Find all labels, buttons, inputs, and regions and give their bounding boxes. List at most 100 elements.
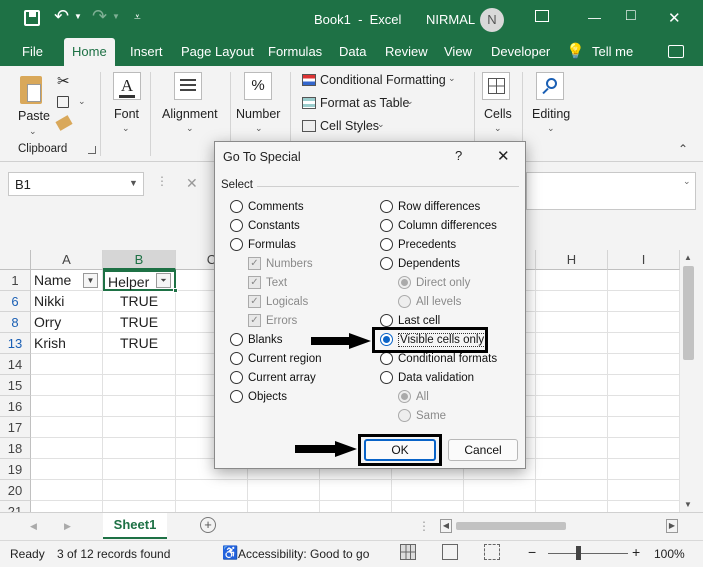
- cell-name[interactable]: [31, 417, 103, 438]
- number-dropdown-icon[interactable]: ⌄: [255, 123, 263, 134]
- empty-cell[interactable]: [536, 333, 608, 354]
- empty-cell[interactable]: [608, 459, 680, 480]
- empty-cell[interactable]: [320, 480, 392, 501]
- empty-cell[interactable]: [608, 291, 680, 312]
- scroll-up-icon[interactable]: ▲: [684, 253, 692, 262]
- collapse-ribbon-icon[interactable]: ⌃: [678, 142, 688, 156]
- ribbon-display-icon[interactable]: [535, 10, 549, 22]
- cell-styles-dropdown-icon[interactable]: ⌄: [377, 119, 385, 130]
- column-header-a[interactable]: A: [31, 250, 103, 270]
- empty-cell[interactable]: [536, 396, 608, 417]
- row-header[interactable]: 14: [0, 354, 31, 375]
- tab-developer[interactable]: Developer: [491, 44, 550, 59]
- cancel-button[interactable]: Cancel: [448, 439, 518, 461]
- cell-name[interactable]: Orry: [31, 312, 103, 333]
- option-data-validation[interactable]: Data validation: [380, 370, 474, 386]
- avatar[interactable]: N: [480, 8, 504, 32]
- row-header[interactable]: 16: [0, 396, 31, 417]
- format-painter-icon[interactable]: [55, 115, 73, 131]
- cell-helper[interactable]: [103, 417, 176, 438]
- empty-cell[interactable]: [536, 417, 608, 438]
- copy-dropdown-icon[interactable]: ⌄: [78, 96, 86, 107]
- option-current-array[interactable]: Current array: [230, 370, 316, 386]
- format-as-table-button[interactable]: Format as Table: [320, 96, 409, 110]
- editing-button[interactable]: Editing: [532, 107, 570, 121]
- cell-helper[interactable]: TRUE: [103, 333, 176, 354]
- normal-view-icon[interactable]: [400, 544, 416, 560]
- cells-dropdown-icon[interactable]: ⌄: [494, 123, 502, 134]
- row-header[interactable]: 18: [0, 438, 31, 459]
- cell-name[interactable]: [31, 396, 103, 417]
- name-box-dropdown-icon[interactable]: ▼: [129, 178, 138, 188]
- formula-input[interactable]: [526, 172, 696, 210]
- cell-helper[interactable]: [103, 438, 176, 459]
- empty-cell[interactable]: [464, 480, 536, 501]
- format-as-table-dropdown-icon[interactable]: ⌄: [406, 96, 414, 107]
- font-button[interactable]: Font: [114, 107, 139, 121]
- conditional-formatting-dropdown-icon[interactable]: ⌄: [448, 73, 456, 84]
- empty-cell[interactable]: [608, 438, 680, 459]
- option-row-differences[interactable]: Row differences: [380, 199, 480, 215]
- zoom-slider-thumb[interactable]: [576, 546, 581, 560]
- undo-icon[interactable]: ↶: [54, 6, 69, 27]
- minimize-button[interactable]: —: [588, 10, 601, 25]
- dialog-help-button[interactable]: ?: [455, 148, 462, 163]
- option-blanks[interactable]: Blanks: [230, 332, 283, 348]
- cell-helper[interactable]: [103, 480, 176, 501]
- horizontal-scroll-thumb[interactable]: [456, 522, 566, 530]
- cell-helper[interactable]: TRUE: [103, 312, 176, 333]
- cell-name[interactable]: Krish: [31, 333, 103, 354]
- zoom-slider-track[interactable]: [548, 553, 628, 554]
- cell-name[interactable]: [31, 354, 103, 375]
- empty-cell[interactable]: [536, 291, 608, 312]
- empty-cell[interactable]: [608, 312, 680, 333]
- empty-cell[interactable]: [536, 312, 608, 333]
- empty-cell[interactable]: [536, 438, 608, 459]
- paste-dropdown-icon[interactable]: ⌄: [29, 126, 37, 137]
- font-icon[interactable]: A: [113, 72, 141, 100]
- undo-dropdown-icon[interactable]: ▼: [74, 12, 82, 21]
- cut-icon[interactable]: ✂: [57, 72, 70, 90]
- option-objects[interactable]: Objects: [230, 389, 287, 405]
- option-comments[interactable]: Comments: [230, 199, 304, 215]
- row-header[interactable]: 15: [0, 375, 31, 396]
- tab-insert[interactable]: Insert: [130, 44, 163, 59]
- paste-icon[interactable]: [20, 76, 42, 104]
- empty-cell[interactable]: [536, 270, 608, 291]
- zoom-in-button[interactable]: +: [632, 544, 640, 560]
- page-layout-view-icon[interactable]: [442, 544, 458, 560]
- alignment-button[interactable]: Alignment: [162, 107, 218, 121]
- empty-cell[interactable]: [608, 270, 680, 291]
- empty-cell[interactable]: [536, 354, 608, 375]
- editing-dropdown-icon[interactable]: ⌄: [547, 123, 555, 134]
- row-header[interactable]: 13: [0, 333, 31, 354]
- maximize-button[interactable]: □: [626, 7, 636, 25]
- clipboard-launcher-icon[interactable]: [88, 146, 96, 154]
- row-header[interactable]: 17: [0, 417, 31, 438]
- paste-button[interactable]: Paste: [18, 109, 50, 123]
- name-box[interactable]: B1 ▼: [8, 172, 144, 196]
- accessibility-icon[interactable]: ♿: [222, 545, 238, 561]
- save-icon[interactable]: [24, 10, 40, 26]
- empty-cell[interactable]: [392, 480, 464, 501]
- tab-split-icon[interactable]: ⋮: [418, 519, 430, 533]
- new-sheet-button[interactable]: +: [200, 517, 216, 533]
- expand-formula-bar-icon[interactable]: ⌄: [683, 176, 691, 187]
- empty-cell[interactable]: [608, 480, 680, 501]
- cell-styles-button[interactable]: Cell Styles: [320, 119, 379, 133]
- empty-cell[interactable]: [608, 396, 680, 417]
- cell-helper[interactable]: [103, 459, 176, 480]
- close-window-button[interactable]: ✕: [668, 9, 681, 27]
- tab-view[interactable]: View: [444, 44, 472, 59]
- select-all-corner[interactable]: [0, 250, 31, 270]
- tab-home[interactable]: Home: [64, 38, 115, 66]
- ok-button[interactable]: OK: [364, 439, 436, 461]
- cell-name[interactable]: [31, 375, 103, 396]
- font-dropdown-icon[interactable]: ⌄: [122, 123, 130, 134]
- alignment-dropdown-icon[interactable]: ⌄: [186, 123, 194, 134]
- column-header-i[interactable]: I: [608, 250, 680, 270]
- tell-me-search[interactable]: Tell me: [592, 44, 633, 59]
- zoom-level[interactable]: 100%: [654, 547, 685, 561]
- copy-icon[interactable]: [57, 96, 69, 108]
- cell-helper[interactable]: [103, 354, 176, 375]
